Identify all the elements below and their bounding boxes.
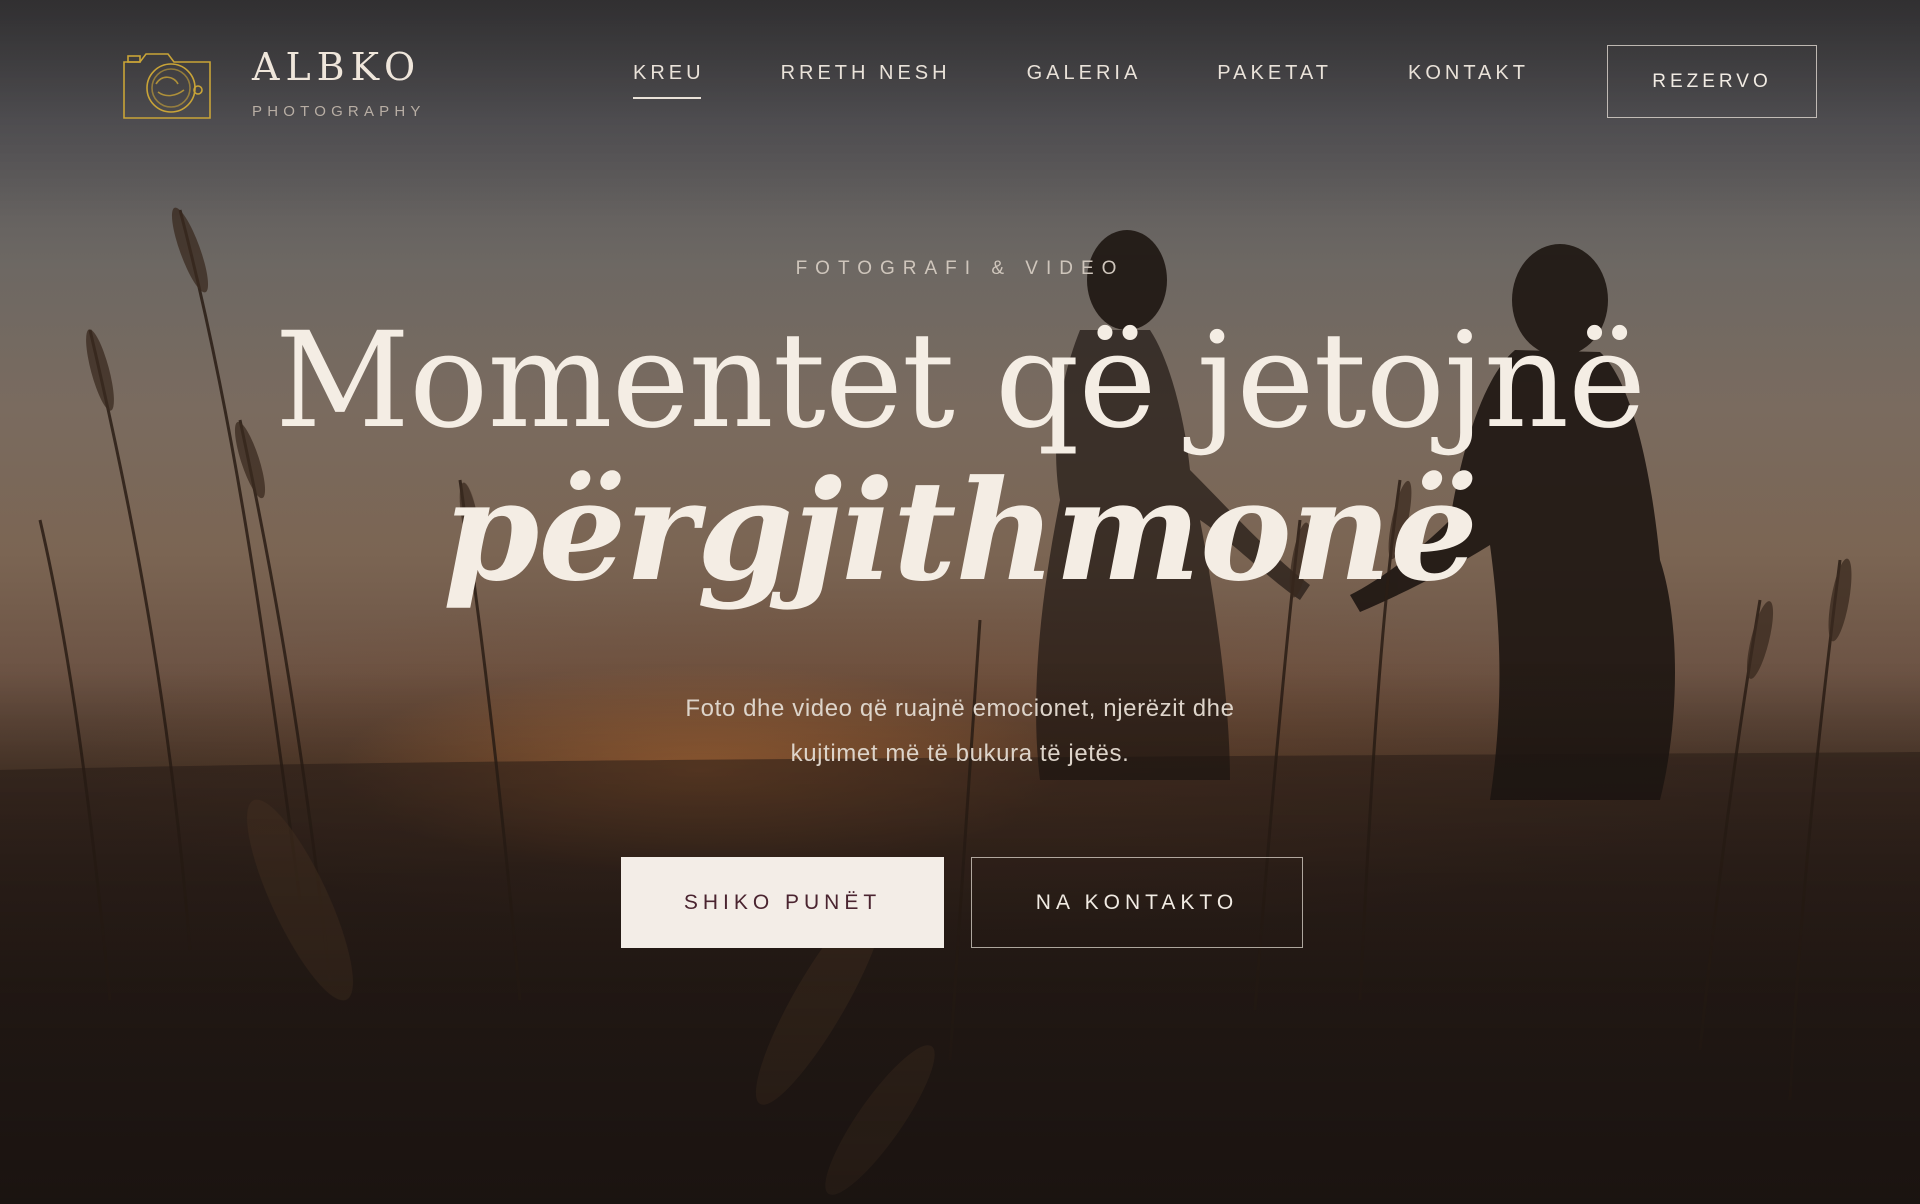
hero-title-line1: Momentet që jetojnë (274, 304, 1646, 458)
page: ALBKO PHOTOGRAPHY KREU RRETH NESH GALERI… (0, 0, 1920, 1204)
contact-button[interactable]: NA KONTAKTO (971, 857, 1303, 948)
hero-section: FOTOGRAFI & VIDEO Momentet që jetojnë pë… (0, 0, 1920, 1204)
hero-eyebrow: FOTOGRAFI & VIDEO (795, 258, 1125, 279)
hero-title-line2: përgjithmonë (442, 449, 1478, 612)
view-work-button[interactable]: SHIKO PUNËT (621, 857, 944, 948)
hero-lead-text: Foto dhe video që ruajnë emocionet, njer… (685, 695, 1235, 767)
